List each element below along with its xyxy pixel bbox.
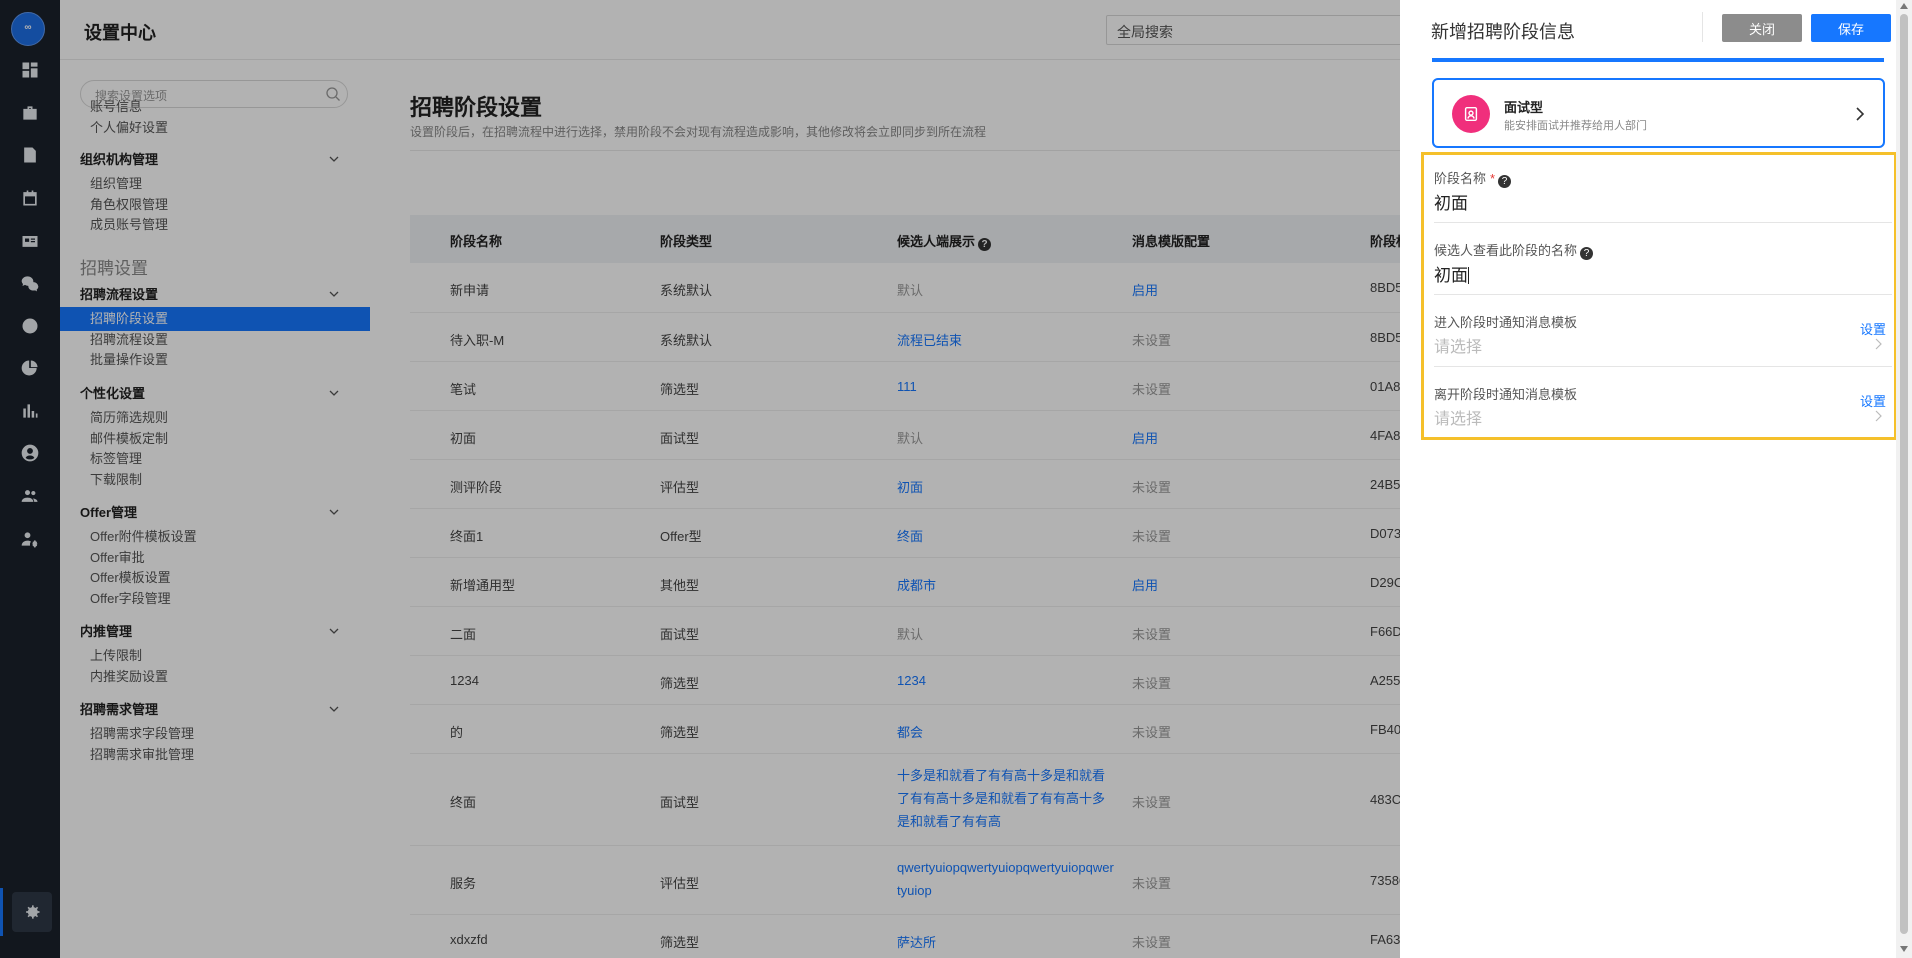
chevron-right-icon[interactable] (1875, 410, 1882, 422)
candidate-name-value: 初面 (1434, 266, 1468, 285)
stage-name-label-text: 阶段名称 (1434, 171, 1487, 186)
drawer-header-divider (1702, 12, 1703, 42)
enter-template-label: 进入阶段时通知消息模板 (1434, 315, 1578, 330)
field-divider (1434, 294, 1892, 295)
scrollbar-thumb[interactable] (1900, 14, 1908, 934)
field-divider (1434, 222, 1892, 223)
field-divider (1434, 366, 1892, 367)
help-icon[interactable]: ? (1498, 175, 1512, 188)
stage-type-description: 能安排面试并推荐给用人部门 (1504, 120, 1647, 132)
stage-name-input[interactable]: 初面 (1434, 189, 1468, 214)
stage-type-name: 面试型 (1504, 100, 1544, 115)
chevron-right-icon[interactable] (1855, 106, 1865, 122)
chevron-right-icon[interactable] (1875, 338, 1882, 350)
modal-overlay[interactable] (0, 0, 1400, 958)
text-cursor (1468, 267, 1469, 284)
app-root: ∞ 设置中心 全局搜索 搜索设置选项 账号信息 个人偏好设置 招聘设置 组织机构管理组… (0, 0, 1912, 958)
page-scrollbar[interactable] (1896, 0, 1912, 958)
scroll-up-arrow-icon[interactable] (1900, 3, 1908, 9)
scroll-down-arrow-icon[interactable] (1900, 946, 1908, 952)
stage-form: 阶段名称 *? 初面 候选人查看此阶段的名称? 初面 进入阶段时通知消息模板 设置… (1421, 152, 1897, 440)
save-button[interactable]: 保存 (1811, 14, 1891, 42)
required-mark: * (1490, 171, 1496, 186)
help-icon[interactable]: ? (1580, 247, 1594, 260)
leave-template-label: 离开阶段时通知消息模板 (1434, 387, 1578, 402)
drawer-accent-bar (1432, 58, 1884, 62)
interview-type-icon (1452, 95, 1490, 133)
close-button[interactable]: 关闭 (1722, 14, 1802, 42)
stage-name-label: 阶段名称 *? (1434, 168, 1512, 188)
candidate-name-label: 候选人查看此阶段的名称? (1434, 240, 1594, 260)
drawer-title: 新增招聘阶段信息 (1431, 22, 1575, 42)
enter-template-set-link[interactable]: 设置 (1860, 319, 1886, 338)
candidate-name-label-text: 候选人查看此阶段的名称 (1434, 243, 1578, 258)
candidate-name-input[interactable]: 初面 (1434, 261, 1469, 286)
leave-template-select[interactable]: 请选择 (1434, 405, 1482, 429)
stage-type-card[interactable]: 面试型 能安排面试并推荐给用人部门 (1432, 78, 1885, 148)
add-stage-drawer: 新增招聘阶段信息 关闭 保存 面试型 能安排面试并推荐给用人部门 阶段名称 *? … (1400, 0, 1912, 958)
leave-template-set-link[interactable]: 设置 (1860, 391, 1886, 410)
enter-template-select[interactable]: 请选择 (1434, 333, 1482, 357)
